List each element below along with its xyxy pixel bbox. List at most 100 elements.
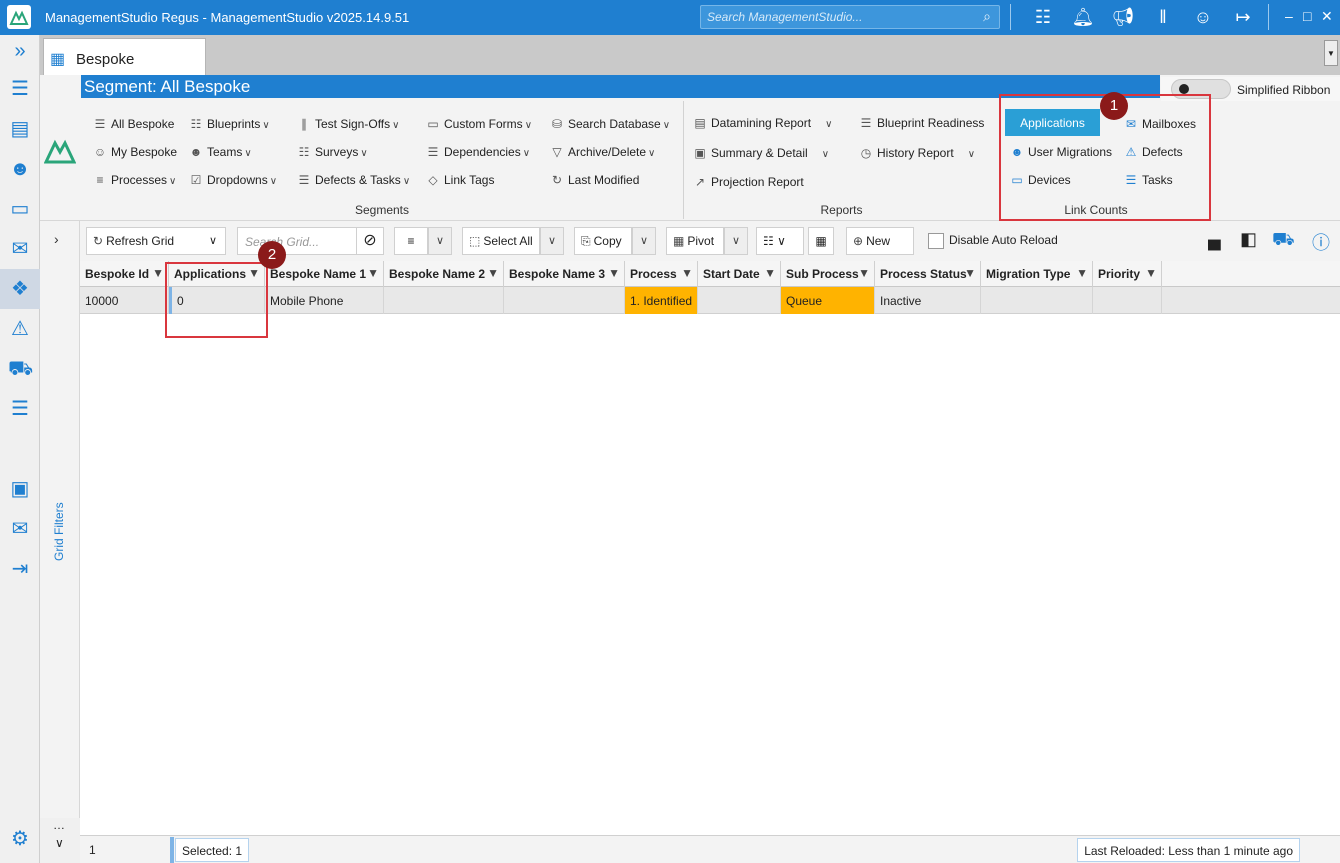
- filter-icon[interactable]: ▼: [681, 266, 693, 280]
- tasks-icon[interactable]: ☰: [8, 397, 32, 421]
- import-icon[interactable]: ⇥: [8, 557, 32, 581]
- chevron-down-icon[interactable]: ∨: [55, 836, 64, 850]
- cell-bespoke-name-3[interactable]: [504, 287, 625, 314]
- datamining-report-button[interactable]: ▤ Datamining Report ∨: [692, 116, 832, 130]
- tab-bespoke[interactable]: ▦ Bespoke: [43, 38, 206, 75]
- audio-wave-icon[interactable]: ‖: [1150, 5, 1176, 29]
- chevron-down-icon[interactable]: ∨: [632, 227, 656, 255]
- grid-layout-icon[interactable]: ▦: [808, 227, 834, 255]
- chevron-right-icon[interactable]: ›: [54, 231, 59, 247]
- filter-icon[interactable]: ▼: [858, 266, 870, 280]
- help-icon[interactable]: ⓘ: [1312, 229, 1330, 255]
- dependencies-button[interactable]: ☰ Dependencies ∨: [425, 145, 530, 159]
- my-bespoke-button[interactable]: ☺ My Bespoke: [92, 145, 177, 159]
- search-database-button[interactable]: ⛁ Search Database ∨: [549, 117, 670, 131]
- columns-button[interactable]: ☷ ∨: [756, 227, 804, 255]
- cell-bespoke-name-1[interactable]: Mobile Phone: [265, 287, 384, 314]
- clear-search-icon[interactable]: ⊘: [356, 227, 384, 255]
- checkbox[interactable]: [928, 233, 944, 249]
- cell-start-date[interactable]: [698, 287, 781, 314]
- warning-icon[interactable]: ⚠: [8, 317, 32, 341]
- apps-icon[interactable]: ❖: [0, 269, 40, 309]
- defects-tasks-button[interactable]: ☰ Defects & Tasks ∨: [296, 173, 411, 187]
- megaphone-icon[interactable]: 📢︎: [1110, 5, 1136, 29]
- truck-icon[interactable]: ⛟: [8, 357, 33, 381]
- all-bespoke-button[interactable]: ☰ All Bespoke: [92, 117, 175, 131]
- double-chevron-right-icon[interactable]: »: [8, 39, 32, 63]
- cell-migration-type[interactable]: [981, 287, 1093, 314]
- chevron-down-icon[interactable]: ∨: [724, 227, 748, 255]
- summary-detail-button[interactable]: ▣ Summary & Detail ∨: [692, 146, 829, 160]
- side-panel-icon[interactable]: ◧: [1240, 229, 1257, 250]
- filter-icon[interactable]: ▼: [1076, 266, 1088, 280]
- hierarchy-icon[interactable]: ☷: [1030, 5, 1056, 29]
- column-header-process[interactable]: Process ▼: [625, 261, 698, 287]
- grid-filters-label[interactable]: Grid Filters: [52, 502, 66, 561]
- bell-icon[interactable]: 🔔︎: [1070, 5, 1096, 29]
- filter-icon[interactable]: ▼: [487, 266, 499, 280]
- mail-migration-icon[interactable]: ✉: [8, 517, 32, 541]
- search-icon[interactable]: ⌕: [983, 8, 991, 25]
- processes-button[interactable]: ≡ Processes ∨: [92, 173, 176, 187]
- filter-icon[interactable]: ▼: [152, 266, 164, 280]
- blueprints-button[interactable]: ☷ Blueprints ∨: [188, 117, 270, 131]
- archive-delete-button[interactable]: ▽ Archive/Delete ∨: [549, 145, 655, 159]
- user-icon[interactable]: ☺: [1190, 5, 1216, 29]
- calendar-icon[interactable]: ▤: [8, 117, 32, 141]
- link-tags-button[interactable]: ◇ Link Tags: [425, 173, 494, 187]
- last-modified-button[interactable]: ↻ Last Modified: [549, 173, 639, 187]
- settings-icon[interactable]: ⚙: [8, 827, 32, 851]
- logout-icon[interactable]: ↦: [1230, 5, 1256, 29]
- maximize-button[interactable]: □: [1303, 8, 1311, 24]
- chevron-down-icon[interactable]: ∨: [209, 234, 217, 247]
- refresh-grid-button[interactable]: ↻ Refresh Grid ∨: [86, 227, 226, 255]
- column-header-priority[interactable]: Priority ▼: [1093, 261, 1162, 287]
- column-header-migration-type[interactable]: Migration Type ▼: [981, 261, 1093, 287]
- car-icon[interactable]: ⛟: [1272, 229, 1295, 253]
- table-row[interactable]: 10000 0 Mobile Phone 1. Identified Queue…: [80, 287, 1340, 314]
- cell-bespoke-name-2[interactable]: [384, 287, 504, 314]
- surveys-button[interactable]: ☷ Surveys ∨: [296, 145, 368, 159]
- cell-priority[interactable]: [1093, 287, 1162, 314]
- filter-icon[interactable]: ▼: [764, 266, 776, 280]
- minimize-button[interactable]: –: [1285, 8, 1293, 24]
- select-all-button[interactable]: ⬚ Select All: [462, 227, 540, 255]
- test-sign-offs-button[interactable]: ∥ Test Sign-Offs ∨: [296, 117, 399, 131]
- mailbox-icon[interactable]: ✉: [8, 237, 32, 261]
- teams-button[interactable]: ☻ Teams ∨: [188, 145, 252, 159]
- filter-icon[interactable]: ▼: [608, 266, 620, 280]
- column-header-sub-process[interactable]: Sub Process ▼: [781, 261, 875, 287]
- filter-icon[interactable]: ▼: [367, 266, 379, 280]
- projection-report-button[interactable]: ↗ Projection Report: [692, 175, 804, 189]
- disable-auto-reload-checkbox[interactable]: Disable Auto Reload: [928, 233, 1058, 249]
- global-search-input[interactable]: Search ManagementStudio... ⌕: [700, 5, 1000, 29]
- copy-button[interactable]: ⎘ Copy: [574, 227, 632, 255]
- chevron-down-icon[interactable]: ∨: [428, 227, 452, 255]
- bottom-panel-icon[interactable]: ▄: [1208, 229, 1221, 250]
- column-header-start-date[interactable]: Start Date ▼: [698, 261, 781, 287]
- contact-card-icon[interactable]: ▣: [8, 477, 32, 501]
- close-button[interactable]: ✕: [1321, 8, 1333, 25]
- filter-icon[interactable]: ▼: [1145, 266, 1157, 280]
- pivot-button[interactable]: ▦ Pivot: [666, 227, 724, 255]
- column-header-process-status[interactable]: Process Status ▼: [875, 261, 981, 287]
- grid-search-input[interactable]: Search Grid...: [237, 227, 357, 255]
- column-header-bespoke-name-3[interactable]: Bespoke Name 3 ▼: [504, 261, 625, 287]
- cell-bespoke-id[interactable]: 10000: [80, 287, 169, 314]
- cell-process[interactable]: 1. Identified: [625, 287, 698, 314]
- cell-sub-process[interactable]: Queue: [781, 287, 875, 314]
- dropdowns-button[interactable]: ☑ Dropdowns ∨: [188, 173, 277, 187]
- users-icon[interactable]: ☻: [8, 157, 32, 181]
- history-report-button[interactable]: ◷ History Report ∨: [858, 146, 975, 160]
- column-header-bespoke-name-2[interactable]: Bespoke Name 2 ▼: [384, 261, 504, 287]
- list-icon[interactable]: ☰: [8, 77, 32, 101]
- align-icon[interactable]: ≡: [394, 227, 428, 255]
- column-header-bespoke-name-1[interactable]: Bespoke Name 1 ▼: [265, 261, 384, 287]
- more-icon[interactable]: …: [53, 818, 65, 832]
- blueprint-readiness-button[interactable]: ☰ Blueprint Readiness: [858, 116, 985, 130]
- new-button[interactable]: ⊕ New: [846, 227, 914, 255]
- tab-list-dropdown[interactable]: ▼: [1324, 40, 1338, 66]
- monitor-icon[interactable]: ▭: [8, 197, 32, 221]
- cell-process-status[interactable]: Inactive: [875, 287, 981, 314]
- chevron-down-icon[interactable]: ∨: [540, 227, 564, 255]
